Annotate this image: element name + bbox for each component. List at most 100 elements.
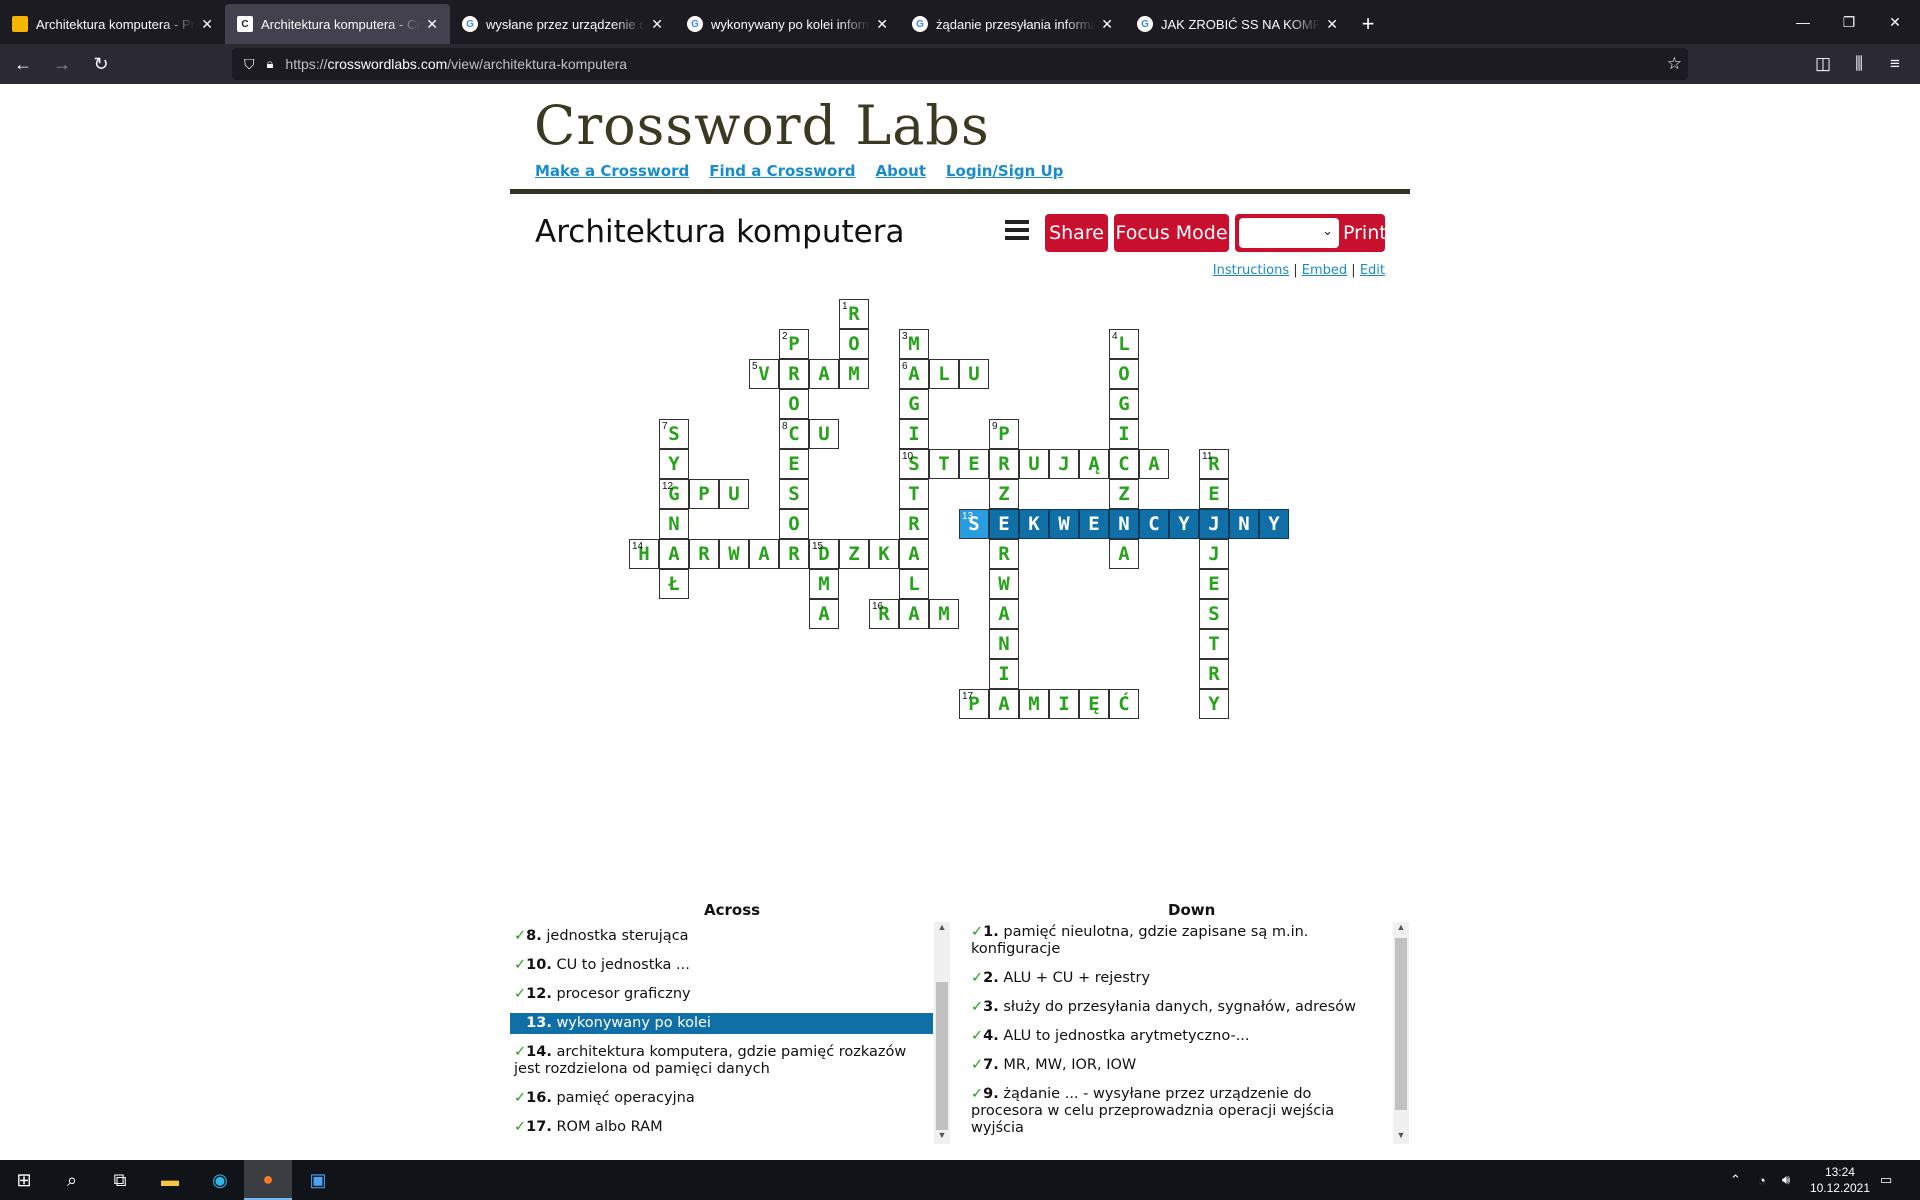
- grid-cell[interactable]: E: [779, 449, 809, 479]
- grid-cell[interactable]: E: [1199, 569, 1229, 599]
- grid-cell[interactable]: R: [779, 359, 809, 389]
- grid-cell[interactable]: J: [1199, 539, 1229, 569]
- down-clue[interactable]: ✓1. pamięć nieulotna, gdzie zapisane są …: [967, 922, 1389, 960]
- grid-cell[interactable]: I: [1109, 419, 1139, 449]
- grid-cell[interactable]: U: [809, 419, 839, 449]
- grid-cell[interactable]: 7S: [659, 419, 689, 449]
- down-clue[interactable]: ✓4. ALU to jednostka arytmetyczno-...: [967, 1026, 1389, 1047]
- grid-cell[interactable]: 8C: [779, 419, 809, 449]
- forward-button[interactable]: →: [46, 48, 78, 80]
- across-clue[interactable]: ✓17. ROM albo RAM: [510, 1117, 933, 1138]
- grid-cell[interactable]: Z: [839, 539, 869, 569]
- store-icon[interactable]: ▣: [294, 1160, 342, 1200]
- grid-cell[interactable]: N: [989, 629, 1019, 659]
- site-logo[interactable]: Crossword Labs: [534, 94, 990, 157]
- print-button[interactable]: Print: [1343, 222, 1387, 244]
- new-tab-button[interactable]: +: [1350, 4, 1386, 44]
- hamburger-icon[interactable]: [1005, 220, 1029, 240]
- grid-cell[interactable]: U: [1019, 449, 1049, 479]
- tab-close-icon[interactable]: ✕: [1101, 16, 1113, 33]
- grid-cell[interactable]: Y: [659, 449, 689, 479]
- grid-cell[interactable]: 1R: [839, 299, 869, 329]
- grid-cell[interactable]: C: [1139, 509, 1169, 539]
- grid-cell[interactable]: O: [1109, 359, 1139, 389]
- grid-cell[interactable]: M: [839, 359, 869, 389]
- across-clue[interactable]: ✓10. CU to jednostka ...: [510, 955, 933, 976]
- url-text[interactable]: https://crosswordlabs.com/view/architekt…: [285, 56, 627, 72]
- tab-close-icon[interactable]: ✕: [651, 16, 663, 33]
- grid-cell[interactable]: T: [899, 479, 929, 509]
- grid-cell[interactable]: A: [989, 599, 1019, 629]
- close-window-button[interactable]: ✕: [1872, 0, 1918, 44]
- grid-cell[interactable]: P: [689, 479, 719, 509]
- grid-cell[interactable]: 5V: [749, 359, 779, 389]
- focus-mode-button[interactable]: Focus Mode: [1114, 214, 1229, 252]
- grid-cell[interactable]: 11 R: [1199, 449, 1229, 479]
- grid-cell[interactable]: 6A: [899, 359, 929, 389]
- grid-cell[interactable]: R: [989, 449, 1019, 479]
- across-clue[interactable]: ✓14. architektura komputera, gdzie pamię…: [510, 1042, 933, 1080]
- windows-start-icon[interactable]: ⊞: [0, 1160, 48, 1200]
- across-clue[interactable]: ✓8. jednostka sterująca: [510, 926, 933, 947]
- menu-icon[interactable]: ≡: [1879, 48, 1911, 80]
- grid-cell[interactable]: R: [689, 539, 719, 569]
- share-button[interactable]: Share: [1045, 214, 1108, 252]
- minimize-button[interactable]: —: [1780, 0, 1826, 44]
- back-button[interactable]: ←: [7, 48, 39, 80]
- scroll-down-icon[interactable]: ▼: [934, 1130, 950, 1144]
- grid-cell[interactable]: J: [1199, 509, 1229, 539]
- pocket-icon[interactable]: ◫: [1807, 48, 1839, 80]
- grid-cell[interactable]: C: [1109, 449, 1139, 479]
- grid-cell[interactable]: 9P: [989, 419, 1019, 449]
- grid-cell[interactable]: Y: [1169, 509, 1199, 539]
- search-icon[interactable]: ⌕: [48, 1160, 96, 1200]
- scroll-thumb[interactable]: [1395, 938, 1407, 1110]
- address-bar[interactable]: ⛉ 🔒︎ https://crosswordlabs.com/view/arch…: [232, 48, 1688, 80]
- across-clue[interactable]: ✓13. wykonywany po kolei: [510, 1013, 933, 1034]
- grid-cell[interactable]: 12 G: [659, 479, 689, 509]
- grid-cell[interactable]: Ę: [1079, 689, 1109, 719]
- grid-cell[interactable]: A: [989, 689, 1019, 719]
- task-view-icon[interactable]: ⧉: [96, 1160, 144, 1200]
- grid-cell[interactable]: T: [929, 449, 959, 479]
- grid-cell[interactable]: W: [719, 539, 749, 569]
- down-clue[interactable]: ✓7. MR, MW, IOR, IOW: [967, 1055, 1389, 1076]
- down-clue[interactable]: ✓2. ALU + CU + rejestry: [967, 968, 1389, 989]
- grid-cell[interactable]: L: [899, 569, 929, 599]
- down-clue[interactable]: ✓3. służy do przesyłania danych, sygnałó…: [967, 997, 1389, 1018]
- grid-cell[interactable]: M: [1019, 689, 1049, 719]
- instructions-link[interactable]: Instructions: [1213, 263, 1289, 278]
- grid-cell[interactable]: K: [1019, 509, 1049, 539]
- grid-cell[interactable]: Y: [1259, 509, 1289, 539]
- across-clue[interactable]: ✓16. pamięć operacyjna: [510, 1088, 933, 1109]
- grid-cell[interactable]: I: [989, 659, 1019, 689]
- grid-cell[interactable]: A: [1109, 539, 1139, 569]
- grid-cell[interactable]: 2P: [779, 329, 809, 359]
- notifications-icon[interactable]: ▭: [1880, 1160, 1892, 1200]
- scroll-up-icon[interactable]: ▲: [1393, 922, 1409, 936]
- lock-icon[interactable]: 🔒︎: [267, 56, 274, 72]
- grid-cell[interactable]: O: [779, 389, 809, 419]
- nav-make-crossword[interactable]: Make a Crossword: [535, 162, 689, 180]
- scroll-down-icon[interactable]: ▼: [1393, 1130, 1409, 1144]
- grid-cell[interactable]: 3M: [899, 329, 929, 359]
- grid-cell[interactable]: W: [989, 569, 1019, 599]
- tab-5[interactable]: G JAK ZROBIĆ SS NA KOMPIE - Szukaj ✕: [1125, 4, 1350, 44]
- edit-link[interactable]: Edit: [1360, 263, 1385, 278]
- tab-close-icon[interactable]: ✕: [1326, 16, 1338, 33]
- bookmark-star-icon[interactable]: ☆: [1667, 54, 1682, 74]
- library-icon[interactable]: ⫼: [1843, 48, 1875, 80]
- grid-cell[interactable]: A: [749, 539, 779, 569]
- tab-4[interactable]: Gżądanie przesyłania informatyka ✕: [900, 4, 1125, 44]
- show-hidden-icons-icon[interactable]: ⌃: [1730, 1160, 1741, 1200]
- grid-cell[interactable]: R: [899, 509, 929, 539]
- grid-cell[interactable]: L: [929, 359, 959, 389]
- grid-cell[interactable]: G: [899, 389, 929, 419]
- grid-cell[interactable]: 14 H: [629, 539, 659, 569]
- tab-0[interactable]: Architektura komputera - Prezentacja ✕: [0, 4, 225, 44]
- across-clue-list[interactable]: ✓8. jednostka sterująca ✓10. CU to jednos…: [510, 926, 933, 1148]
- scroll-thumb[interactable]: [936, 982, 948, 1130]
- grid-cell[interactable]: A: [659, 539, 689, 569]
- across-clue[interactable]: ✓12. procesor graficzny: [510, 984, 933, 1005]
- nav-login[interactable]: Login/Sign Up: [946, 162, 1063, 180]
